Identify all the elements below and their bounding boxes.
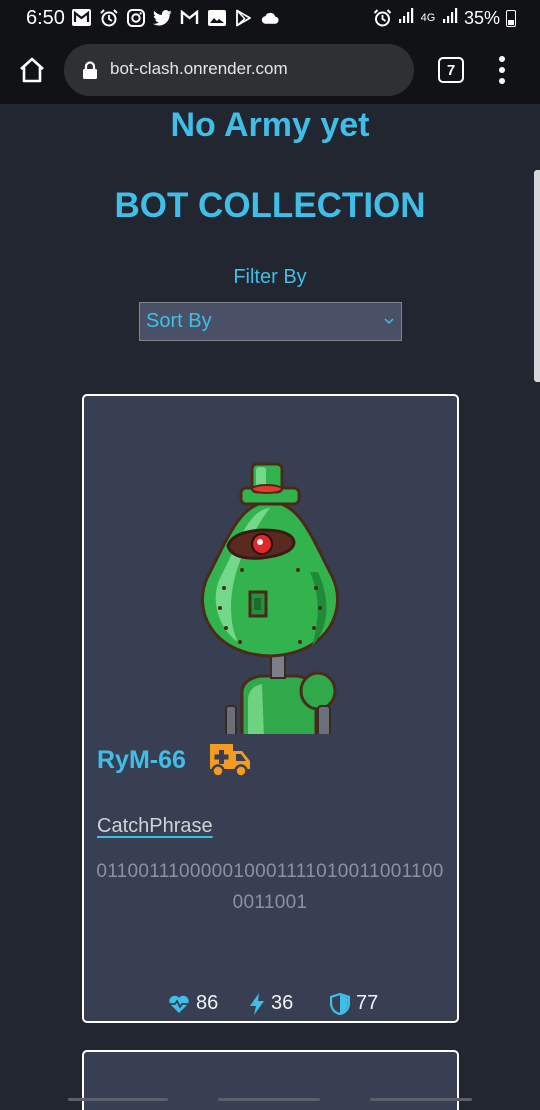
bot-name: RyM-66: [97, 746, 186, 774]
alarm-icon: [99, 8, 118, 27]
overflow-menu-button[interactable]: [494, 56, 510, 84]
heartbeat-icon: [169, 995, 189, 1013]
ambulance-icon: [210, 744, 250, 778]
home-button[interactable]: [16, 54, 48, 86]
catchphrase-text: 0110011100000100011110100110011000011001: [96, 861, 444, 913]
damage-stat: 36: [249, 992, 293, 1015]
chevron-down-icon: [384, 318, 394, 325]
notification-icons: [72, 8, 280, 27]
system-icons: 4G 35%: [373, 7, 516, 29]
menu-dot: [499, 78, 505, 84]
armor-value: 77: [356, 992, 379, 1014]
health-stat: 86: [168, 992, 218, 1015]
signal-icon: [398, 7, 414, 29]
lightning-icon: [250, 992, 264, 1015]
armor-stat: 77: [330, 992, 378, 1015]
menu-dot: [499, 56, 505, 62]
shield-icon: [330, 992, 350, 1015]
status-bar: 6:50 4G 35%: [0, 0, 540, 36]
alarm-icon: [373, 9, 392, 28]
menu-dot: [499, 67, 505, 73]
gmail-icon: [72, 8, 91, 27]
sort-select-value: Sort By: [146, 310, 212, 332]
address-bar[interactable]: bot-clash.onrender.com: [64, 44, 414, 96]
lock-icon: [83, 61, 97, 79]
nav-handle: [218, 1098, 320, 1101]
collection-title: BOT COLLECTION: [114, 186, 426, 225]
bot-card[interactable]: [82, 1050, 459, 1110]
damage-value: 36: [271, 992, 294, 1014]
instagram-icon: [126, 8, 145, 27]
health-value: 86: [196, 992, 219, 1014]
gallery-icon: [207, 8, 226, 27]
bot-avatar: [200, 462, 340, 734]
tab-switcher-button[interactable]: 7: [438, 57, 464, 83]
network-type: 4G: [420, 11, 436, 24]
twitter-icon: [153, 8, 172, 27]
filter-label: Filter By: [233, 266, 307, 288]
gmail-icon: [180, 8, 199, 27]
cloud-icon: [261, 8, 280, 27]
signal-icon: [442, 7, 458, 29]
nav-handle: [68, 1098, 168, 1101]
battery-percent: 35%: [463, 7, 500, 28]
url-text: bot-clash.onrender.com: [110, 59, 288, 78]
status-time: 6:50: [26, 7, 65, 29]
nav-handle: [370, 1098, 472, 1101]
browser-toolbar: bot-clash.onrender.com 7: [0, 36, 540, 104]
battery-icon: [506, 9, 516, 27]
play-store-icon: [234, 8, 253, 27]
sort-select[interactable]: Sort By: [139, 302, 402, 341]
home-icon: [20, 57, 44, 83]
bot-card[interactable]: RyM-66 CatchPhrase 011001110000010001111…: [82, 394, 459, 1023]
catchphrase-label: CatchPhrase: [97, 815, 213, 837]
army-title: No Army yet: [170, 106, 370, 144]
